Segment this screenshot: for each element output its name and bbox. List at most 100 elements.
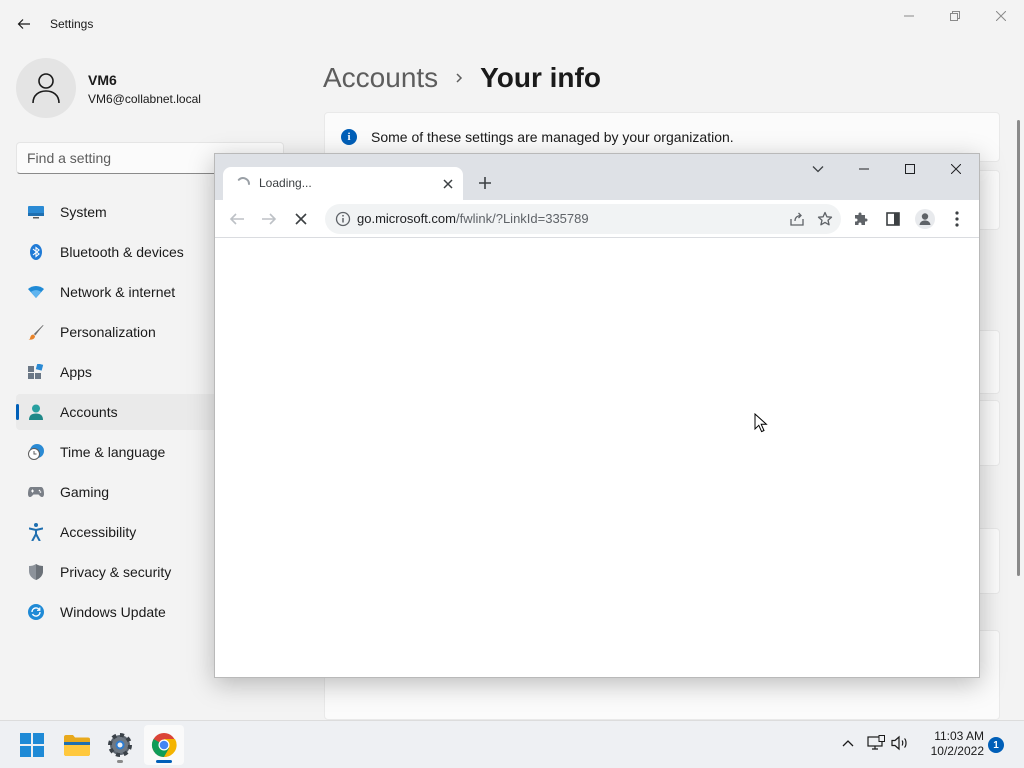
more-vertical-icon bbox=[955, 211, 959, 227]
sidebar-item-label: Accessibility bbox=[60, 524, 137, 540]
share-button[interactable] bbox=[787, 209, 807, 229]
bluetooth-icon bbox=[28, 244, 44, 260]
tab-close-button[interactable] bbox=[439, 175, 457, 193]
taskbar-clock[interactable]: 11:03 AM 10/2/2022 bbox=[912, 729, 984, 759]
settings-close-button[interactable] bbox=[978, 0, 1024, 32]
gear-icon bbox=[108, 733, 132, 757]
sidebar-item-label: Accounts bbox=[60, 404, 118, 420]
network-tray-button[interactable] bbox=[866, 733, 886, 753]
settings-restore-button[interactable] bbox=[932, 0, 978, 32]
minimize-icon bbox=[904, 15, 914, 17]
info-message: Some of these settings are managed by yo… bbox=[371, 129, 734, 145]
chrome-logo-icon bbox=[151, 733, 177, 758]
profile-email: VM6@collabnet.local bbox=[88, 92, 201, 106]
running-indicator bbox=[117, 760, 123, 763]
chevron-up-icon bbox=[842, 740, 854, 747]
start-button[interactable] bbox=[12, 725, 52, 765]
wifi-icon bbox=[28, 284, 44, 300]
close-icon bbox=[951, 164, 961, 174]
clock-date: 10/2/2022 bbox=[930, 744, 984, 758]
brush-icon bbox=[28, 324, 44, 340]
star-icon bbox=[817, 211, 833, 226]
windows-logo-icon bbox=[20, 733, 44, 757]
scrollbar[interactable] bbox=[1017, 120, 1020, 576]
browser-forward-button[interactable] bbox=[255, 205, 283, 233]
browser-back-button[interactable] bbox=[223, 205, 251, 233]
browser-toolbar: go.microsoft.com/fwlink/?LinkId=335789 bbox=[215, 200, 979, 238]
shield-icon bbox=[28, 564, 44, 580]
browser-titlebar: Loading... bbox=[215, 154, 979, 200]
sidebar-item-label: Gaming bbox=[60, 484, 110, 500]
sidebar-item-label: Network & internet bbox=[60, 284, 176, 300]
browser-menu-button[interactable] bbox=[943, 205, 971, 233]
gamepad-icon bbox=[28, 484, 44, 500]
profile-avatar-icon bbox=[915, 209, 935, 229]
loading-spinner-icon bbox=[237, 177, 250, 185]
tab-search-button[interactable] bbox=[795, 154, 841, 184]
tab-title: Loading... bbox=[259, 176, 312, 190]
address-bar[interactable]: go.microsoft.com/fwlink/?LinkId=335789 bbox=[325, 204, 841, 234]
sidebar-item-label: Windows Update bbox=[60, 604, 166, 620]
site-info-icon[interactable] bbox=[335, 211, 351, 227]
sidebar-item-label: Time & language bbox=[60, 444, 166, 460]
address-url[interactable]: go.microsoft.com/fwlink/?LinkId=335789 bbox=[357, 211, 589, 226]
sidebar-item-label: Personalization bbox=[60, 324, 156, 340]
person-icon bbox=[28, 404, 44, 420]
new-tab-button[interactable] bbox=[473, 171, 497, 195]
extensions-button[interactable] bbox=[847, 205, 875, 233]
show-hidden-icons-button[interactable] bbox=[838, 733, 858, 753]
apps-icon bbox=[28, 364, 44, 380]
breadcrumb: Accounts Your info bbox=[323, 58, 601, 98]
restore-icon bbox=[950, 11, 960, 21]
breadcrumb-parent[interactable]: Accounts bbox=[323, 62, 438, 94]
profile-name: VM6 bbox=[88, 72, 117, 88]
browser-tab[interactable]: Loading... bbox=[223, 167, 463, 200]
side-panel-icon bbox=[886, 212, 900, 226]
monitor-icon bbox=[28, 204, 44, 220]
back-button[interactable] bbox=[14, 14, 34, 34]
sidebar-item-label: Bluetooth & devices bbox=[60, 244, 184, 260]
chevron-right-icon bbox=[454, 71, 464, 85]
avatar[interactable] bbox=[16, 58, 76, 118]
browser-window-controls bbox=[795, 154, 979, 184]
profile-button[interactable] bbox=[911, 205, 939, 233]
volume-tray-button[interactable] bbox=[890, 733, 910, 753]
browser-page-content[interactable] bbox=[215, 238, 979, 677]
plus-icon bbox=[479, 177, 491, 189]
taskbar: 11:03 AM 10/2/2022 1 bbox=[0, 720, 1024, 768]
browser-close-button[interactable] bbox=[933, 154, 979, 184]
settings-minimize-button[interactable] bbox=[886, 0, 932, 32]
settings-window-controls bbox=[886, 0, 1024, 32]
accessibility-icon bbox=[28, 523, 44, 541]
info-icon: i bbox=[341, 129, 357, 145]
chrome-taskbar-button[interactable] bbox=[144, 725, 184, 765]
bookmark-button[interactable] bbox=[815, 209, 835, 229]
settings-titlebar: Settings bbox=[0, 0, 1024, 48]
share-icon bbox=[790, 212, 804, 226]
chevron-down-icon bbox=[812, 166, 824, 173]
forward-arrow-icon bbox=[262, 213, 277, 225]
settings-taskbar-button[interactable] bbox=[100, 725, 140, 765]
page-title: Your info bbox=[480, 62, 601, 93]
update-icon bbox=[28, 604, 44, 620]
sidebar-item-label: System bbox=[60, 204, 107, 220]
browser-window: Loading... go.microsoft.com/fwlink/?Link… bbox=[214, 153, 980, 678]
url-host: go.microsoft.com bbox=[357, 211, 456, 226]
sidebar-item-label: Privacy & security bbox=[60, 564, 172, 580]
notification-badge[interactable]: 1 bbox=[988, 737, 1004, 753]
sidebar-item-label: Apps bbox=[60, 364, 92, 380]
stop-x-icon bbox=[295, 213, 307, 225]
side-panel-button[interactable] bbox=[879, 205, 907, 233]
maximize-icon bbox=[905, 164, 915, 174]
back-arrow-icon bbox=[17, 19, 30, 29]
close-icon bbox=[996, 11, 1006, 21]
browser-minimize-button[interactable] bbox=[841, 154, 887, 184]
user-profile: VM6 VM6@collabnet.local bbox=[16, 58, 276, 118]
stop-loading-button[interactable] bbox=[287, 205, 315, 233]
browser-maximize-button[interactable] bbox=[887, 154, 933, 184]
file-explorer-button[interactable] bbox=[57, 725, 97, 765]
minimize-icon bbox=[859, 168, 869, 170]
person-outline-icon bbox=[32, 73, 60, 104]
url-path: /fwlink/?LinkId=335789 bbox=[455, 211, 589, 226]
active-indicator bbox=[156, 760, 172, 763]
